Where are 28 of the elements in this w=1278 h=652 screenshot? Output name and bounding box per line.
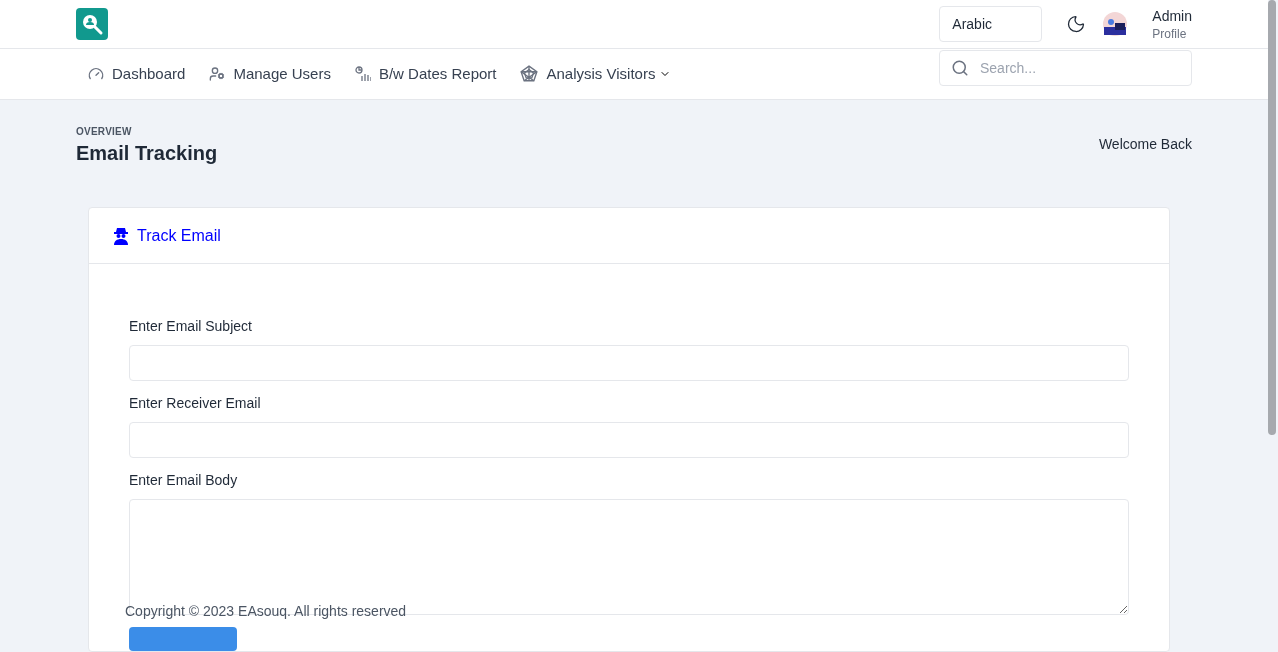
user-gear-icon [209,66,226,83]
scrollbar-thumb[interactable] [1268,0,1276,435]
language-select[interactable]: Arabic [939,6,1043,43]
nav-link[interactable]: Manage Users [233,62,331,86]
field-label: Enter Email Subject [129,317,253,336]
search-field[interactable]: Search... [939,50,1192,87]
nav-link[interactable]: Analysis Visitors [546,62,656,86]
nav-link[interactable]: B/w Dates Report [378,62,497,86]
moon-icon[interactable] [1066,14,1087,35]
search-icon [951,59,969,78]
page-title: Email Tracking [76,141,218,166]
card-title: Track Email [137,225,221,246]
welcome-text: Welcome Back [1098,135,1192,154]
field-label: Enter Email Body [129,471,239,490]
copyright-text: Copyright © 2023 EAsouq. All rights reserved [125,602,407,621]
user-role: Profile [1152,26,1188,43]
input-field[interactable] [129,422,1129,458]
nav-link[interactable]: Dashboard [112,62,186,86]
app-logo[interactable] [76,8,108,41]
page-eyebrow: OVERVIEW [76,125,133,139]
user-name: Admin [1152,7,1192,27]
field-label: Enter Receiver Email [129,394,262,413]
spy-icon [113,226,129,245]
input-field[interactable] [129,345,1129,381]
submit-button[interactable] [129,627,237,651]
chart-icon [354,66,371,83]
radar-icon [520,65,539,84]
avatar-illustration[interactable] [1102,11,1129,38]
